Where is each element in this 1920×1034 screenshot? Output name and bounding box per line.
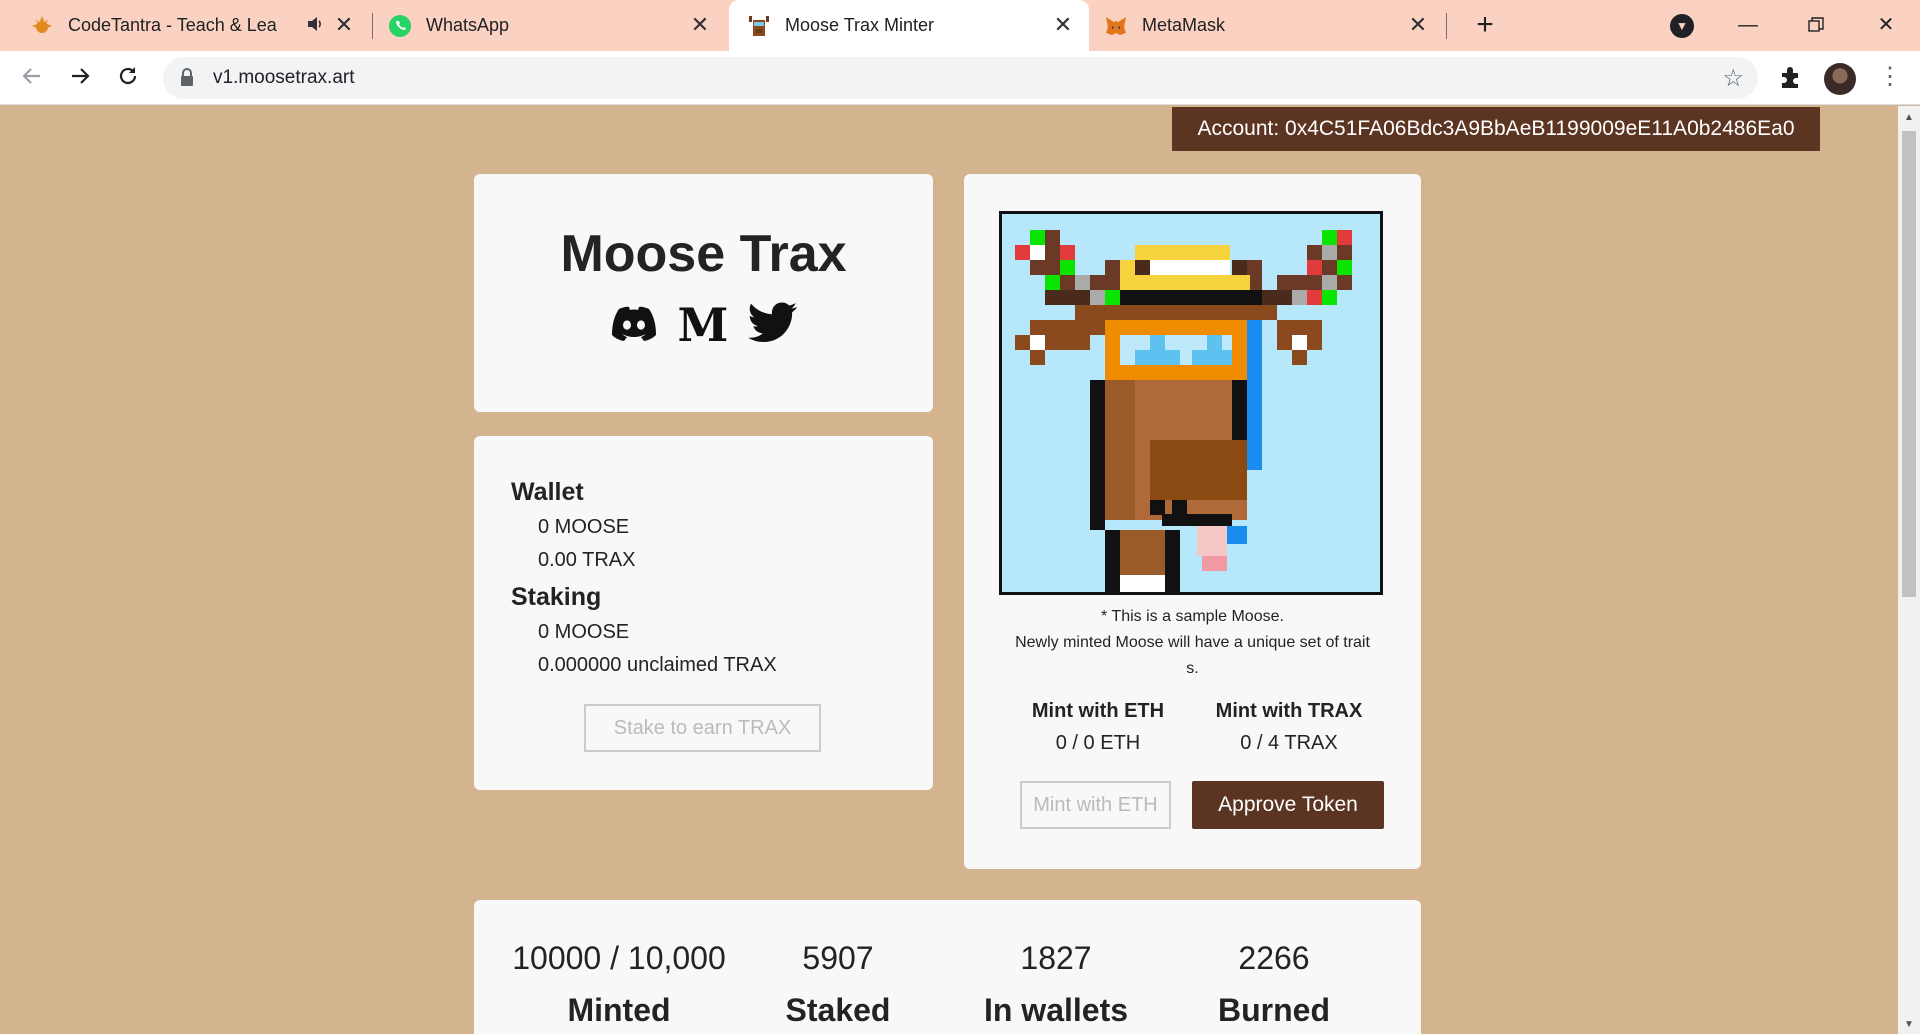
stat-minted-value: 10000 / 10,000 bbox=[512, 940, 726, 976]
staking-heading: Staking bbox=[511, 583, 602, 611]
speaker-icon[interactable] bbox=[305, 14, 325, 39]
svg-text:M: M bbox=[679, 302, 727, 346]
restore-icon[interactable] bbox=[1798, 10, 1834, 40]
mint-card: * This is a sample Moose. Newly minted M… bbox=[964, 174, 1421, 869]
wallet-card: Wallet 0 MOOSE 0.00 TRAX Staking 0 MOOSE… bbox=[474, 436, 933, 790]
sample-caption-line3: s. bbox=[1186, 660, 1199, 677]
staking-moose-balance: 0 MOOSE bbox=[538, 621, 630, 643]
url-text: v1.moosetrax.art bbox=[213, 67, 355, 88]
moose-icon bbox=[747, 14, 771, 38]
minimize-icon[interactable]: — bbox=[1730, 10, 1766, 40]
mint-eth-value: 0 / 0 ETH bbox=[1055, 732, 1141, 754]
lock-icon[interactable] bbox=[179, 68, 195, 93]
browser-toolbar: v1.moosetrax.art ☆ ⋮ bbox=[0, 51, 1920, 105]
scrollbar-thumb[interactable] bbox=[1902, 131, 1916, 597]
tab-title: WhatsApp bbox=[426, 15, 510, 35]
mint-with-eth-button[interactable]: Mint with ETH bbox=[1020, 781, 1171, 829]
sample-moose-image bbox=[999, 211, 1383, 595]
approve-token-button[interactable]: Approve Token bbox=[1192, 781, 1384, 829]
tab-search-icon[interactable]: ▼ bbox=[1670, 14, 1694, 38]
page-viewport: Account: 0x4C51FA06Bdc3A9BbAeB1199009eE1… bbox=[0, 106, 1920, 1034]
bookmark-star-icon[interactable]: ☆ bbox=[1722, 64, 1744, 93]
tab-title: CodeTantra - Teach & Learn / bbox=[68, 15, 278, 35]
social-links: M bbox=[474, 298, 933, 352]
back-icon[interactable] bbox=[18, 64, 46, 92]
tab-moose-trax[interactable]: Moose Trax Minter ✕ bbox=[729, 0, 1089, 51]
medium-icon[interactable]: M bbox=[677, 298, 728, 352]
twitter-icon[interactable] bbox=[747, 302, 799, 351]
tab-whatsapp[interactable]: WhatsApp ✕ bbox=[388, 0, 726, 51]
page-title: Moose Trax bbox=[560, 225, 847, 283]
sample-caption-line1: * This is a sample Moose. bbox=[1101, 608, 1284, 625]
scroll-down-icon[interactable]: ▼ bbox=[1904, 1019, 1914, 1030]
metamask-icon bbox=[1104, 14, 1128, 38]
wallet-heading: Wallet bbox=[511, 478, 584, 506]
stats-card: 10000 / 10,000 Minted 5907 Staked 1827 I… bbox=[474, 900, 1421, 1034]
whatsapp-icon bbox=[388, 14, 412, 38]
stat-burned-value: 2266 bbox=[1238, 940, 1310, 976]
account-badge[interactable]: Account: 0x4C51FA06Bdc3A9BbAeB1199009eE1… bbox=[1172, 107, 1820, 151]
tab-title: MetaMask bbox=[1142, 15, 1226, 35]
discord-icon[interactable] bbox=[609, 305, 659, 348]
mint-trax-value: 0 / 4 TRAX bbox=[1240, 732, 1338, 754]
close-icon[interactable]: ✕ bbox=[1406, 13, 1430, 37]
profile-avatar[interactable] bbox=[1824, 63, 1856, 95]
stat-staked-label: Staked bbox=[785, 992, 891, 1028]
reload-icon[interactable] bbox=[114, 64, 142, 92]
browser-tab-strip: CodeTantra - Teach & Learn / ✕ WhatsApp … bbox=[0, 0, 1920, 51]
tab-title: Moose Trax Minter bbox=[785, 15, 935, 35]
address-bar[interactable]: v1.moosetrax.art ☆ bbox=[163, 57, 1758, 99]
stake-button[interactable]: Stake to earn TRAX bbox=[584, 704, 821, 752]
new-tab-button[interactable]: + bbox=[1468, 9, 1502, 43]
page-scrollbar[interactable]: ▲ ▼ bbox=[1898, 106, 1920, 1034]
codetantra-icon bbox=[30, 14, 54, 38]
stat-in-wallets-value: 1827 bbox=[1020, 940, 1092, 976]
stat-minted-label: Minted bbox=[567, 992, 671, 1028]
tab-codetantra[interactable]: CodeTantra - Teach & Learn / ✕ bbox=[30, 0, 370, 51]
sample-caption-line2: Newly minted Moose will have a unique se… bbox=[1015, 634, 1370, 651]
stat-staked-value: 5907 bbox=[802, 940, 874, 976]
mint-trax-heading: Mint with TRAX bbox=[1215, 700, 1363, 722]
title-card: Moose Trax M bbox=[474, 174, 933, 412]
tab-separator bbox=[1446, 13, 1447, 39]
close-icon[interactable]: ✕ bbox=[332, 13, 356, 37]
close-icon[interactable]: ✕ bbox=[1051, 13, 1075, 37]
scroll-up-icon[interactable]: ▲ bbox=[1904, 112, 1914, 123]
stat-in-wallets-label: In wallets bbox=[983, 992, 1129, 1028]
stat-burned-label: Burned bbox=[1218, 992, 1330, 1028]
staking-unclaimed-trax: 0.000000 unclaimed TRAX bbox=[538, 654, 777, 676]
forward-icon[interactable] bbox=[66, 64, 94, 92]
tab-separator bbox=[372, 13, 373, 39]
menu-icon[interactable]: ⋮ bbox=[1878, 63, 1902, 91]
close-icon[interactable]: ✕ bbox=[688, 13, 712, 37]
extensions-icon[interactable] bbox=[1778, 64, 1804, 95]
wallet-moose-balance: 0 MOOSE bbox=[538, 516, 630, 538]
wallet-trax-balance: 0.00 TRAX bbox=[538, 549, 636, 571]
tab-metamask[interactable]: MetaMask ✕ bbox=[1104, 0, 1444, 51]
window-close-icon[interactable]: ✕ bbox=[1868, 10, 1904, 40]
mint-eth-heading: Mint with ETH bbox=[1031, 700, 1165, 722]
